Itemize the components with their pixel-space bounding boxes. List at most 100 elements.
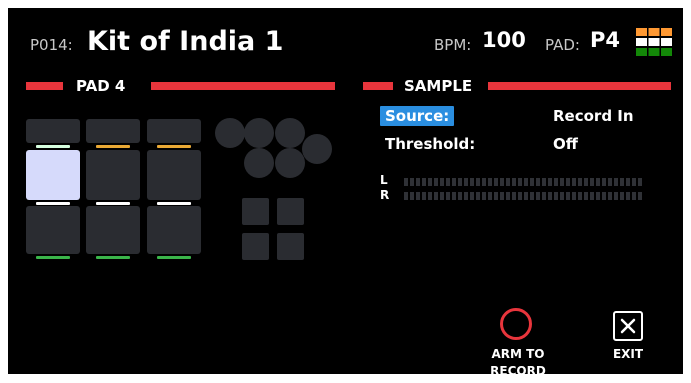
exit-button[interactable]: EXIT [603, 346, 653, 363]
device-screen: P014: Kit of India 1 BPM: 100 PAD: P4 PA… [8, 8, 683, 374]
close-icon[interactable] [613, 311, 643, 341]
pad-2[interactable] [86, 119, 140, 143]
mini-pad[interactable] [242, 233, 269, 260]
source-param-value[interactable]: Record In [553, 107, 634, 125]
meter-segment [590, 192, 594, 200]
meter-segment [422, 192, 426, 200]
pad-8[interactable] [86, 206, 140, 254]
knob[interactable] [215, 118, 245, 148]
pad-5-led-strip [96, 202, 130, 205]
flag-cell [661, 28, 672, 36]
pad-section-bar-left [26, 82, 63, 90]
pad-section-title: PAD 4 [76, 77, 126, 95]
meter-segment [530, 192, 534, 200]
meter-segment [626, 192, 630, 200]
meter-segment [524, 192, 528, 200]
source-param-label[interactable]: Source: [380, 106, 455, 126]
pad-7[interactable] [26, 206, 80, 254]
meter-segment [536, 192, 540, 200]
meter-segment [614, 178, 618, 186]
meter-segment [560, 192, 564, 200]
pad-5[interactable] [86, 150, 140, 200]
meter-segment [458, 178, 462, 186]
meter-segment [488, 192, 492, 200]
meter-segment [608, 178, 612, 186]
meter-segment [566, 192, 570, 200]
pad-6[interactable] [147, 150, 201, 200]
meter-segment [566, 178, 570, 186]
arm-to-record-button[interactable]: ARM TO RECORD [478, 346, 558, 374]
meter-segment [500, 178, 504, 186]
meter-segment [518, 178, 522, 186]
record-circle-icon[interactable] [500, 308, 532, 340]
meter-segment [632, 192, 636, 200]
meter-segment [494, 192, 498, 200]
meter-segment [572, 178, 576, 186]
arm-label-line2: RECORD [490, 364, 546, 374]
pad-3[interactable] [147, 119, 201, 143]
meter-segment [584, 178, 588, 186]
meter-segment [554, 192, 558, 200]
flag-cell [648, 48, 660, 56]
sample-section-title: SAMPLE [404, 77, 473, 95]
meter-segment [560, 178, 564, 186]
mini-pad[interactable] [277, 198, 304, 225]
meter-segment [428, 192, 432, 200]
knob[interactable] [302, 134, 332, 164]
pad-3-led-strip [157, 145, 191, 148]
pad-9[interactable] [147, 206, 201, 254]
meter-segment [452, 178, 456, 186]
meter-segment [530, 178, 534, 186]
pad-section-bar-right [151, 82, 335, 90]
knob[interactable] [275, 118, 305, 148]
pad-4[interactable] [26, 150, 80, 200]
meter-right-track [404, 192, 642, 200]
meter-segment [524, 178, 528, 186]
meter-segment [470, 192, 474, 200]
meter-left-label: L [380, 173, 388, 187]
flag-cell [648, 38, 660, 46]
meter-segment [602, 192, 606, 200]
meter-segment [458, 192, 462, 200]
pad-1[interactable] [26, 119, 80, 143]
meter-segment [404, 192, 408, 200]
meter-segment [620, 178, 624, 186]
threshold-param-value[interactable]: Off [553, 135, 578, 153]
pad-6-led-strip [157, 202, 191, 205]
pad-value: P4 [590, 28, 621, 52]
header: P014: Kit of India 1 BPM: 100 PAD: P4 [8, 8, 683, 78]
knob[interactable] [244, 148, 274, 178]
meter-segment [434, 178, 438, 186]
meter-segment [548, 192, 552, 200]
mini-pad[interactable] [277, 233, 304, 260]
meter-segment [488, 178, 492, 186]
meter-segment [584, 192, 588, 200]
meter-right-label: R [380, 188, 390, 202]
knob[interactable] [275, 148, 305, 178]
sample-section-bar-right [488, 82, 671, 90]
meter-segment [410, 178, 414, 186]
pad-4-led-strip [36, 202, 70, 205]
meter-segment [596, 178, 600, 186]
meter-segment [626, 178, 630, 186]
flag-cell [636, 38, 647, 46]
flag-cell [661, 38, 672, 46]
sample-section-bar-left [363, 82, 393, 90]
meter-segment [638, 192, 642, 200]
meter-segment [632, 178, 636, 186]
threshold-param-label[interactable]: Threshold: [385, 135, 475, 153]
mini-pad[interactable] [242, 198, 269, 225]
meter-segment [602, 178, 606, 186]
pad-label: PAD: [545, 36, 580, 54]
meter-segment [428, 178, 432, 186]
meter-segment [416, 178, 420, 186]
pad-9-led-strip [157, 256, 191, 259]
meter-segment [464, 178, 468, 186]
knob[interactable] [244, 118, 274, 148]
meter-segment [434, 192, 438, 200]
meter-segment [410, 192, 414, 200]
meter-segment [422, 178, 426, 186]
meter-segment [590, 178, 594, 186]
meter-segment [578, 192, 582, 200]
bpm-value: 100 [482, 28, 526, 52]
